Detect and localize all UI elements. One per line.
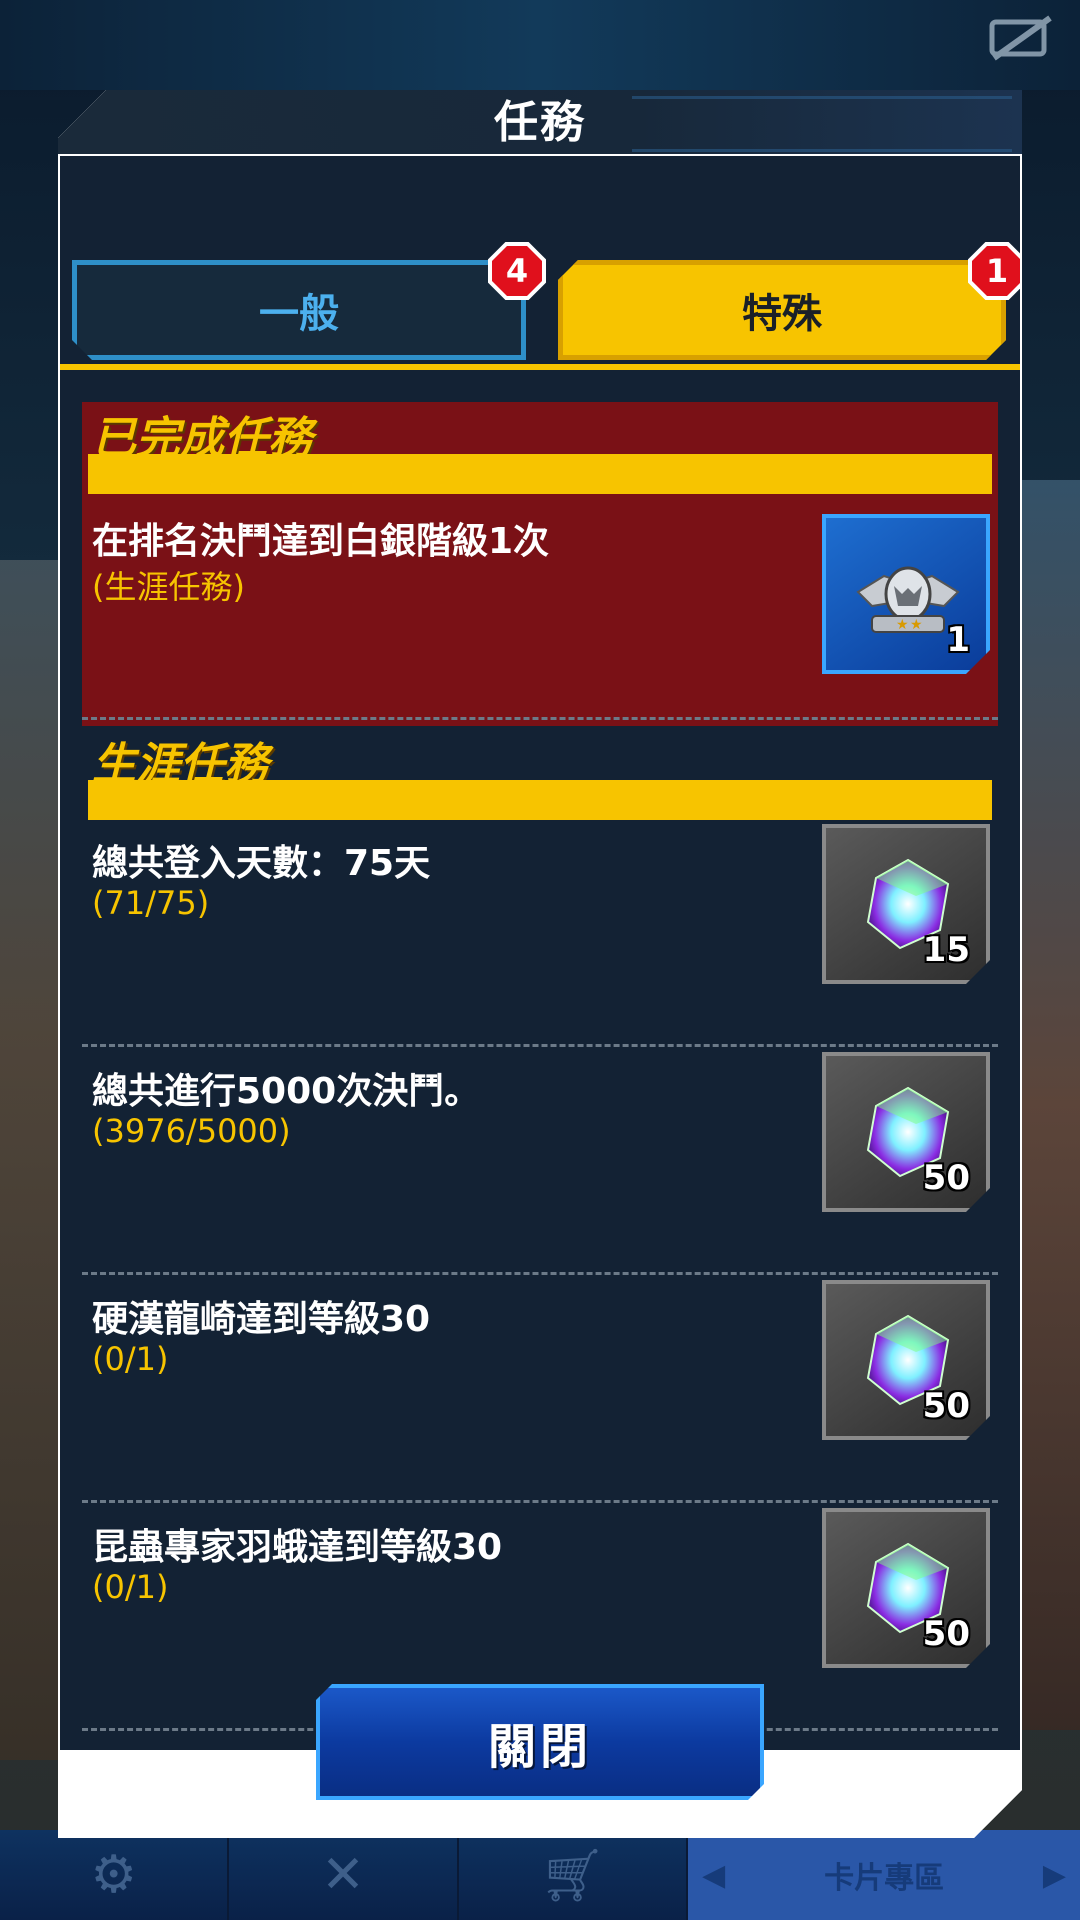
reward-count: 50: [922, 1614, 970, 1654]
divider: [82, 717, 998, 720]
completed-section: 已完成任務 在排名決鬥達到白銀階級1次 (生涯任務) ★ ★ 1: [82, 402, 998, 726]
quest-progress: (71/75): [92, 884, 210, 922]
divider: [82, 1272, 998, 1275]
quest-text: 在排名決鬥達到白銀階級1次: [92, 521, 550, 562]
reward-count: 1: [946, 620, 970, 660]
svg-text:★: ★: [896, 617, 909, 633]
reward-gems[interactable]: 50: [822, 1508, 990, 1668]
quest-dialog: 任務 一般 特殊 4 1 已完成任務 在排名決鬥達到白銀階級1次 (生涯任務): [58, 90, 1022, 1838]
tab-bar: 一般 特殊 4 1: [60, 156, 1020, 372]
reward-gems[interactable]: 50: [822, 1052, 990, 1212]
tab-special-label: 特殊: [742, 291, 822, 337]
career-section-header: 生涯任務: [82, 728, 998, 824]
tab-general-label: 一般: [259, 291, 339, 337]
tab-general[interactable]: 一般: [72, 260, 526, 360]
dialog-title: 任務: [494, 97, 586, 148]
quest-text: 昆蟲專家羽蛾達到等級30: [92, 1527, 503, 1568]
nav-card-shop[interactable]: ◀ 卡片專區 ▶: [688, 1830, 1080, 1920]
quest-row[interactable]: 總共登入天數：75天 (71/75) 15: [82, 824, 998, 1052]
reward-gems[interactable]: 15: [822, 824, 990, 984]
quest-progress: (生涯任務): [92, 568, 245, 606]
reward-silver-rank[interactable]: ★ ★ 1: [822, 514, 990, 674]
dialog-body[interactable]: 一般 特殊 4 1 已完成任務 在排名決鬥達到白銀階級1次 (生涯任務) ★ ★…: [60, 156, 1020, 1750]
tab-special[interactable]: 特殊: [558, 260, 1006, 360]
quest-progress: (3976/5000): [92, 1112, 291, 1150]
section-header-bar: [88, 780, 992, 820]
quest-row[interactable]: 總共進行5000次決鬥。 (3976/5000) 50: [82, 1052, 998, 1280]
reward-gems[interactable]: 50: [822, 1280, 990, 1440]
nav-deck-icon[interactable]: ✕: [229, 1830, 459, 1920]
section-header-bar: [88, 454, 992, 494]
background-header: [0, 0, 1080, 90]
bottom-navigation: ⚙ ✕ 🛒︎ ◀ 卡片專區 ▶: [0, 1830, 1080, 1920]
quest-progress: (0/1): [92, 1340, 169, 1378]
nav-duel-icon[interactable]: ⚙: [0, 1830, 230, 1920]
hide-ui-icon[interactable]: [988, 14, 1056, 62]
divider: [82, 1044, 998, 1047]
quest-row[interactable]: 硬漢龍崎達到等級30 (0/1) 50: [82, 1280, 998, 1508]
reward-count: 15: [922, 930, 970, 970]
chevron-right-icon: ▶: [1042, 1857, 1066, 1893]
background-building-right: [1020, 480, 1080, 1730]
quest-progress: (0/1): [92, 1568, 169, 1606]
tab-underline: [60, 364, 1020, 370]
quest-text: 總共登入天數：75天: [92, 843, 431, 884]
divider: [82, 1500, 998, 1503]
nav-card-shop-label: 卡片專區: [824, 1861, 945, 1896]
chevron-left-icon: ◀: [702, 1857, 726, 1893]
svg-text:★: ★: [910, 617, 923, 633]
tab-general-badge: 4: [492, 246, 542, 296]
close-button[interactable]: 關閉: [316, 1684, 764, 1800]
quest-text: 總共進行5000次決鬥。: [92, 1071, 481, 1112]
quest-text: 硬漢龍崎達到等級30: [92, 1299, 431, 1340]
reward-count: 50: [922, 1386, 970, 1426]
reward-count: 50: [922, 1158, 970, 1198]
nav-shop-cart-icon[interactable]: 🛒︎: [459, 1830, 689, 1920]
